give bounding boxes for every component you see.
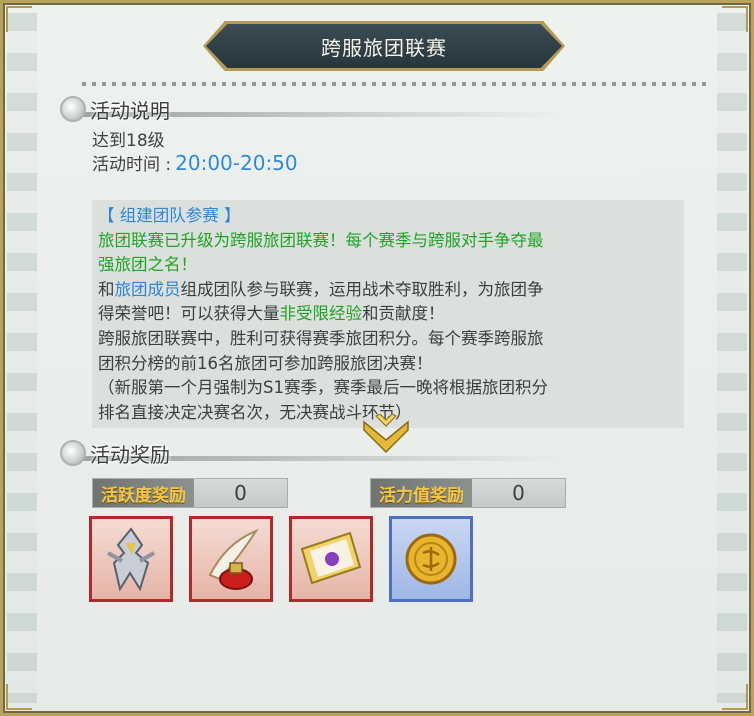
desc-line: （新服第一个月强制为S1赛季，赛季最后一晚将根据旅团积分 (98, 378, 548, 398)
desc-line: 团积分榜的前16名旅团可参加跨服旅团决赛！ (98, 353, 433, 373)
desc-line: 跨服旅团联赛中，胜利可获得赛季旅团积分。每个赛季跨服旅 (98, 328, 544, 348)
desc-heading: 【 组建团队参赛 】 (98, 206, 241, 225)
vitality-reward-label: 活力值奖励 (371, 479, 472, 507)
right-ornament (717, 13, 747, 703)
title-banner: 跨服旅团联赛 (203, 21, 565, 71)
left-ornament (7, 13, 37, 703)
corner-ornament (6, 6, 32, 32)
quill-ink-icon (208, 528, 259, 590)
reward-item-slot[interactable] (89, 516, 173, 602)
corner-ornament (6, 684, 32, 710)
swirl-icon (60, 96, 86, 122)
corner-ornament (722, 6, 748, 32)
mech-dragon-icon (107, 527, 155, 592)
envelope-ticket-icon (300, 531, 362, 585)
activity-reward-value: 0 (234, 481, 247, 505)
activity-time: 活动时间 : 20:00-20:50 (92, 150, 298, 175)
vitality-reward-value: 0 (512, 481, 525, 505)
section-title: 活动说明 (90, 98, 170, 123)
desc-line: 旅团联赛已升级为跨服旅团联赛！每个赛季与跨服对手争夺最 (98, 230, 544, 250)
section-header-rewards: 活动奖励 (60, 438, 570, 468)
section-title: 活动奖励 (90, 442, 170, 467)
swirl-icon (60, 440, 86, 466)
corner-ornament (722, 684, 748, 710)
vitality-reward-pill: 活力值奖励 0 (370, 478, 566, 508)
reward-item-slot[interactable] (289, 516, 373, 602)
section-header-info: 活动说明 (60, 94, 570, 124)
reward-item-slot[interactable] (189, 516, 273, 602)
desc-line: 和旅团成员组成团队参与联赛，运用战术夺取胜利，为旅团争 (98, 279, 544, 299)
description-scroll-box[interactable]: 【 组建团队参赛 】 旅团联赛已升级为跨服旅团联赛！每个赛季与跨服对手争夺最 强… (92, 200, 684, 428)
time-label: 活动时间 : (92, 155, 172, 175)
divider (82, 82, 710, 86)
page-title: 跨服旅团联赛 (321, 35, 447, 60)
desc-line: 强旅团之名！ (98, 255, 197, 275)
gold-coin-icon (405, 533, 457, 585)
reward-item-slot[interactable] (389, 516, 473, 602)
activity-reward-pill: 活跃度奖励 0 (92, 478, 288, 508)
activity-reward-label: 活跃度奖励 (93, 479, 194, 507)
level-requirement: 达到18级 (92, 131, 165, 151)
time-value: 20:00-20:50 (175, 151, 298, 175)
desc-line: 得荣誉吧！可以获得大量非受限经验和贡献度！ (98, 304, 445, 324)
